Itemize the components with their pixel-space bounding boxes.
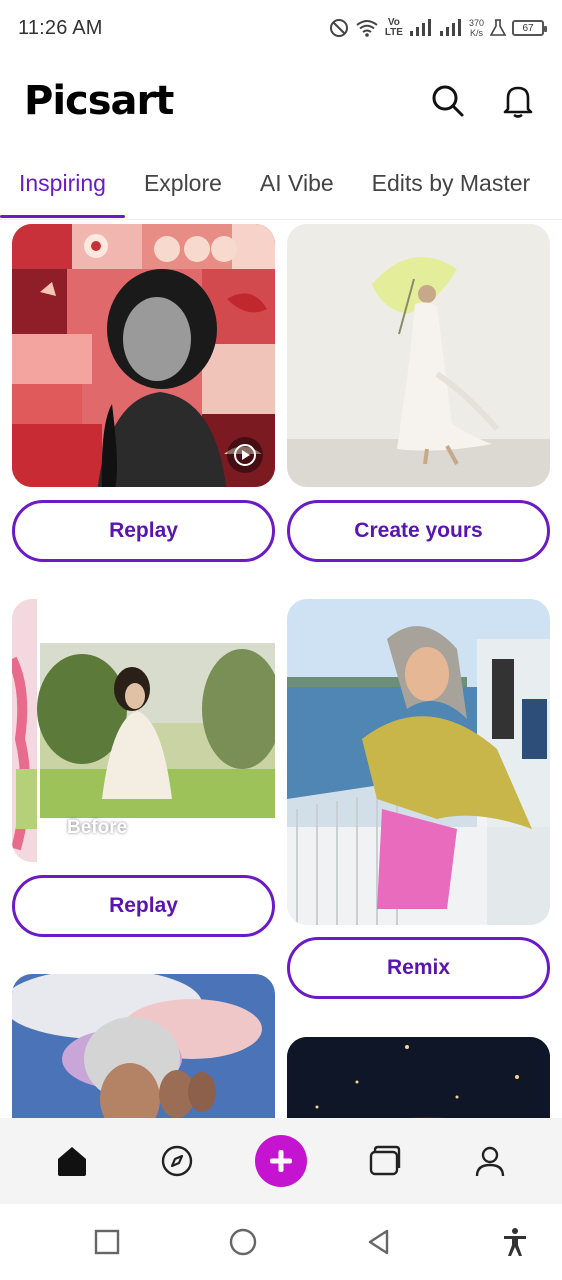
remix-button[interactable]: Remix bbox=[287, 937, 550, 999]
volte-bottom: LTE bbox=[384, 27, 403, 38]
back-button[interactable] bbox=[359, 1222, 399, 1262]
bell-icon bbox=[503, 86, 533, 118]
net-speed-value: 370 bbox=[468, 18, 484, 28]
wifi-icon bbox=[355, 18, 379, 38]
nav-profile[interactable] bbox=[462, 1133, 518, 1189]
feed-card-image-night-sky[interactable] bbox=[287, 1037, 550, 1118]
brand-logo: Picsart bbox=[24, 78, 174, 124]
home-icon bbox=[58, 1147, 87, 1176]
signal-icon-2 bbox=[439, 19, 463, 37]
tab-ai-vibe[interactable]: AI Vibe bbox=[241, 150, 353, 216]
header-actions bbox=[428, 81, 538, 121]
nav-home[interactable] bbox=[44, 1133, 100, 1189]
before-label: Before bbox=[67, 817, 128, 838]
feed: Replay Create yours Before Replay Remix bbox=[0, 222, 562, 1118]
tab-inspiring[interactable]: Inspiring bbox=[0, 150, 125, 218]
bottom-navigation bbox=[0, 1118, 562, 1204]
category-tabs: Inspiring Explore AI Vibe Edits by Maste… bbox=[0, 150, 562, 220]
feed-card-image-before-after[interactable]: Before bbox=[12, 599, 275, 862]
status-bar: 11:26 AM Vo LTE 370 K/s 67 bbox=[0, 0, 562, 56]
battery-icon: 67 bbox=[512, 20, 547, 36]
replay-button-2[interactable]: Replay bbox=[12, 875, 275, 937]
battery-level: 67 bbox=[522, 22, 534, 34]
accessibility-icon bbox=[504, 1228, 526, 1256]
feed-card-image-umbrella[interactable] bbox=[287, 224, 550, 487]
tab-explore[interactable]: Explore bbox=[125, 150, 241, 216]
home-system-button[interactable] bbox=[223, 1222, 263, 1262]
circle-icon bbox=[229, 1228, 257, 1256]
square-icon bbox=[94, 1229, 120, 1255]
create-button[interactable] bbox=[254, 1135, 307, 1187]
feed-card-image-collage[interactable] bbox=[12, 224, 275, 487]
plus-icon bbox=[269, 1150, 292, 1172]
volte-indicator: Vo LTE bbox=[385, 18, 403, 38]
status-time: 11:26 AM bbox=[18, 16, 103, 39]
compass-icon bbox=[161, 1145, 192, 1177]
folder-icon bbox=[370, 1145, 401, 1176]
search-button[interactable] bbox=[428, 81, 468, 121]
signal-icon bbox=[409, 19, 433, 37]
do-not-disturb-icon bbox=[329, 18, 349, 38]
status-icons: Vo LTE 370 K/s 67 bbox=[329, 18, 547, 38]
system-navigation bbox=[0, 1204, 562, 1280]
net-speed: 370 K/s bbox=[469, 18, 484, 38]
back-triangle-icon bbox=[368, 1229, 389, 1255]
profile-icon bbox=[475, 1146, 504, 1177]
replay-video-icon[interactable] bbox=[227, 437, 263, 473]
accessibility-button[interactable] bbox=[495, 1222, 535, 1262]
notifications-button[interactable] bbox=[498, 81, 538, 121]
feed-card-image-boat[interactable] bbox=[287, 599, 550, 925]
feed-card-image-sky-portrait[interactable] bbox=[12, 974, 275, 1118]
nav-create[interactable] bbox=[253, 1133, 309, 1189]
search-icon bbox=[432, 85, 464, 117]
recents-button[interactable] bbox=[87, 1222, 127, 1262]
flask-icon bbox=[490, 19, 506, 37]
replay-button[interactable]: Replay bbox=[12, 500, 275, 562]
create-yours-button[interactable]: Create yours bbox=[287, 500, 550, 562]
nav-projects[interactable] bbox=[357, 1133, 413, 1189]
tab-edits-by-master[interactable]: Edits by Master bbox=[353, 150, 550, 216]
nav-explore[interactable] bbox=[149, 1133, 205, 1189]
app-header: Picsart bbox=[0, 66, 562, 136]
net-speed-unit: K/s bbox=[469, 28, 483, 38]
